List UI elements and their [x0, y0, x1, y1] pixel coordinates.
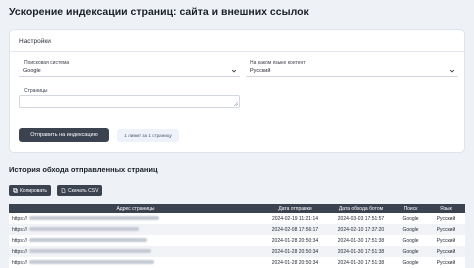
url-cell[interactable]: https:// — [9, 246, 262, 257]
url-text: https:// — [12, 237, 28, 244]
table-header-row: Адрес страницы Дата отправки Дата обхода… — [9, 204, 465, 213]
language-cell: Русский — [427, 235, 465, 246]
settings-header: Настройки — [10, 30, 464, 52]
column-header-language[interactable]: Язык — [427, 204, 465, 213]
url-cell[interactable]: https:// — [9, 257, 262, 268]
table-row: https:// 2024-01-28 20:50:34 2024-01-30 … — [9, 235, 465, 246]
sent-date-cell: 2024-01-28 20:50:34 — [262, 235, 328, 246]
redacted-url — [29, 260, 155, 265]
settings-card: Настройки Поисковая система Google На ка… — [9, 29, 465, 153]
pages-label: Страницы — [24, 88, 48, 94]
url-cell[interactable]: https:// — [9, 235, 262, 246]
language-cell: Русский — [427, 257, 465, 268]
crawl-date-cell: 2024-01-30 17:51:38 — [328, 257, 394, 268]
history-title: История обхода отправленных страниц — [9, 165, 158, 174]
column-header-url[interactable]: Адрес страницы — [9, 204, 262, 213]
history-table: Адрес страницы Дата отправки Дата обхода… — [9, 204, 465, 268]
csv-label: Скачать CSV — [68, 187, 99, 194]
sent-date-cell: 2024-01-28 20:50:34 — [262, 246, 328, 257]
search-engine-cell: Google — [394, 213, 427, 224]
page-title: Ускорение индексации страниц: сайта и вн… — [9, 6, 309, 18]
limit-badge: 1 лимит за 1 страницу — [117, 129, 179, 142]
copy-label: Копировать — [20, 187, 47, 194]
column-header-search-engine[interactable]: Поиск — [394, 204, 427, 213]
table-row: https:// 2024-01-28 20:50:34 2024-01-30 … — [9, 246, 465, 257]
chevron-down-icon — [449, 69, 455, 73]
sent-date-cell: 2024-02-19 11:21:14 — [262, 213, 328, 224]
table-row: https:// 2024-02-19 11:21:14 2024-03-03 … — [9, 213, 465, 224]
copy-icon — [13, 188, 18, 193]
download-csv-button[interactable]: Скачать CSV — [57, 185, 103, 196]
search-engine-cell: Google — [394, 246, 427, 257]
language-cell: Русский — [427, 224, 465, 235]
url-text: https:// — [12, 226, 28, 233]
redacted-url — [29, 216, 160, 221]
file-csv-icon — [61, 188, 66, 193]
url-cell[interactable]: https:// — [9, 213, 262, 224]
table-row: https:// 2024-01-28 20:50:34 2024-01-30 … — [9, 257, 465, 268]
search-engine-cell: Google — [394, 235, 427, 246]
url-text: https:// — [12, 248, 28, 255]
redacted-url — [29, 249, 152, 254]
copy-button[interactable]: Копировать — [9, 185, 51, 196]
redacted-url — [29, 227, 140, 232]
submit-indexing-button[interactable]: Отправить на индексацию — [19, 128, 109, 142]
search-engine-cell: Google — [394, 257, 427, 268]
table-row: https:// 2024-02-08 17:56:17 2024-02-10 … — [9, 224, 465, 235]
url-text: https:// — [12, 259, 28, 266]
url-cell[interactable]: https:// — [9, 224, 262, 235]
pages-textarea[interactable] — [19, 95, 240, 108]
crawl-date-cell: 2024-01-30 17:51:38 — [328, 246, 394, 257]
crawl-date-cell: 2024-02-10 17:37:20 — [328, 224, 394, 235]
column-header-crawl-date[interactable]: Дата обхода ботом — [328, 204, 394, 213]
search-engine-cell: Google — [394, 224, 427, 235]
redacted-url — [29, 238, 148, 243]
url-text: https:// — [12, 215, 28, 222]
language-cell: Русский — [427, 246, 465, 257]
chevron-down-icon — [231, 69, 237, 73]
sent-date-cell: 2024-02-08 17:56:17 — [262, 224, 328, 235]
resize-handle-icon[interactable] — [234, 102, 238, 106]
language-cell: Русский — [427, 213, 465, 224]
search-engine-value: Google — [23, 68, 41, 74]
crawl-date-cell: 2024-03-03 17:51:57 — [328, 213, 394, 224]
column-header-sent-date[interactable]: Дата отправки — [262, 204, 328, 213]
search-engine-select[interactable]: Google — [19, 65, 240, 77]
crawl-date-cell: 2024-01-30 17:51:38 — [328, 235, 394, 246]
sent-date-cell: 2024-01-28 20:50:34 — [262, 257, 328, 268]
content-language-select[interactable]: Русский — [246, 65, 458, 77]
content-language-value: Русский — [250, 68, 271, 74]
